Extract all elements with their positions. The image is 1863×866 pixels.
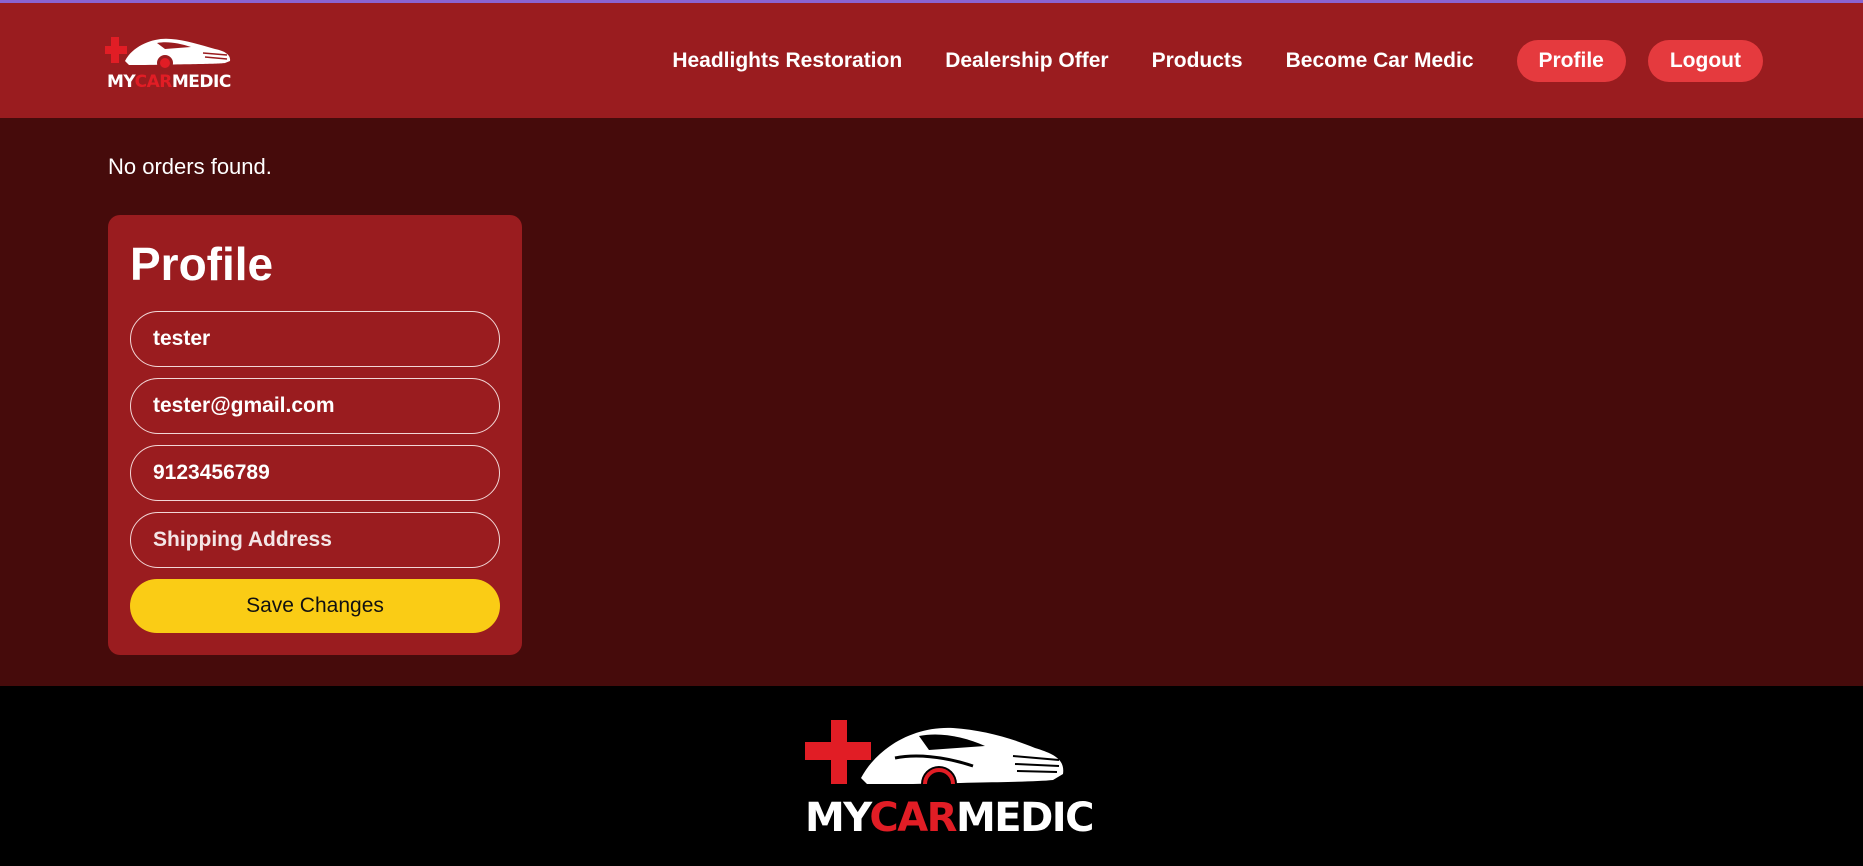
logout-button[interactable]: Logout	[1647, 40, 1763, 82]
logo-text-my: MY	[107, 72, 135, 92]
logo-text-car: CAR	[869, 795, 957, 841]
name-field[interactable]: tester	[130, 311, 500, 367]
save-changes-button[interactable]: Save Changes	[130, 579, 500, 633]
header-logo-text: MYCARMEDIC	[107, 74, 231, 91]
car-cross-logo-icon	[105, 37, 231, 71]
logo-text-car: CAR	[134, 72, 173, 92]
email-field[interactable]: tester@gmail.com	[130, 378, 500, 434]
logo-text-medic: MEDIC	[955, 795, 1095, 841]
profile-card: Profile tester tester@gmail.com 91234567…	[108, 215, 522, 655]
header-logo[interactable]: MYCARMEDIC	[105, 31, 232, 91]
profile-button[interactable]: Profile	[1516, 40, 1626, 82]
nav-headlights-restoration[interactable]: Headlights Restoration	[672, 49, 902, 73]
shipping-address-field[interactable]: Shipping Address	[130, 512, 500, 568]
site-footer: MYCARMEDIC	[0, 686, 1863, 866]
nav-become-car-medic[interactable]: Become Car Medic	[1286, 49, 1474, 73]
site-header: MYCARMEDIC Headlights Restoration Dealer…	[0, 3, 1863, 118]
car-cross-logo-icon	[805, 720, 1064, 802]
footer-logo[interactable]: MYCARMEDIC	[803, 718, 1095, 838]
logo-text-my: MY	[805, 795, 871, 841]
no-orders-message: No orders found.	[108, 154, 272, 179]
main-nav: Headlights Restoration Dealership Offer …	[672, 40, 1763, 82]
phone-field[interactable]: 9123456789	[130, 445, 500, 501]
footer-logo-text: MYCARMEDIC	[805, 795, 1095, 841]
logo-text-medic: MEDIC	[171, 72, 231, 92]
profile-title: Profile	[130, 238, 274, 290]
nav-products[interactable]: Products	[1152, 49, 1243, 73]
nav-dealership-offer[interactable]: Dealership Offer	[945, 49, 1108, 73]
